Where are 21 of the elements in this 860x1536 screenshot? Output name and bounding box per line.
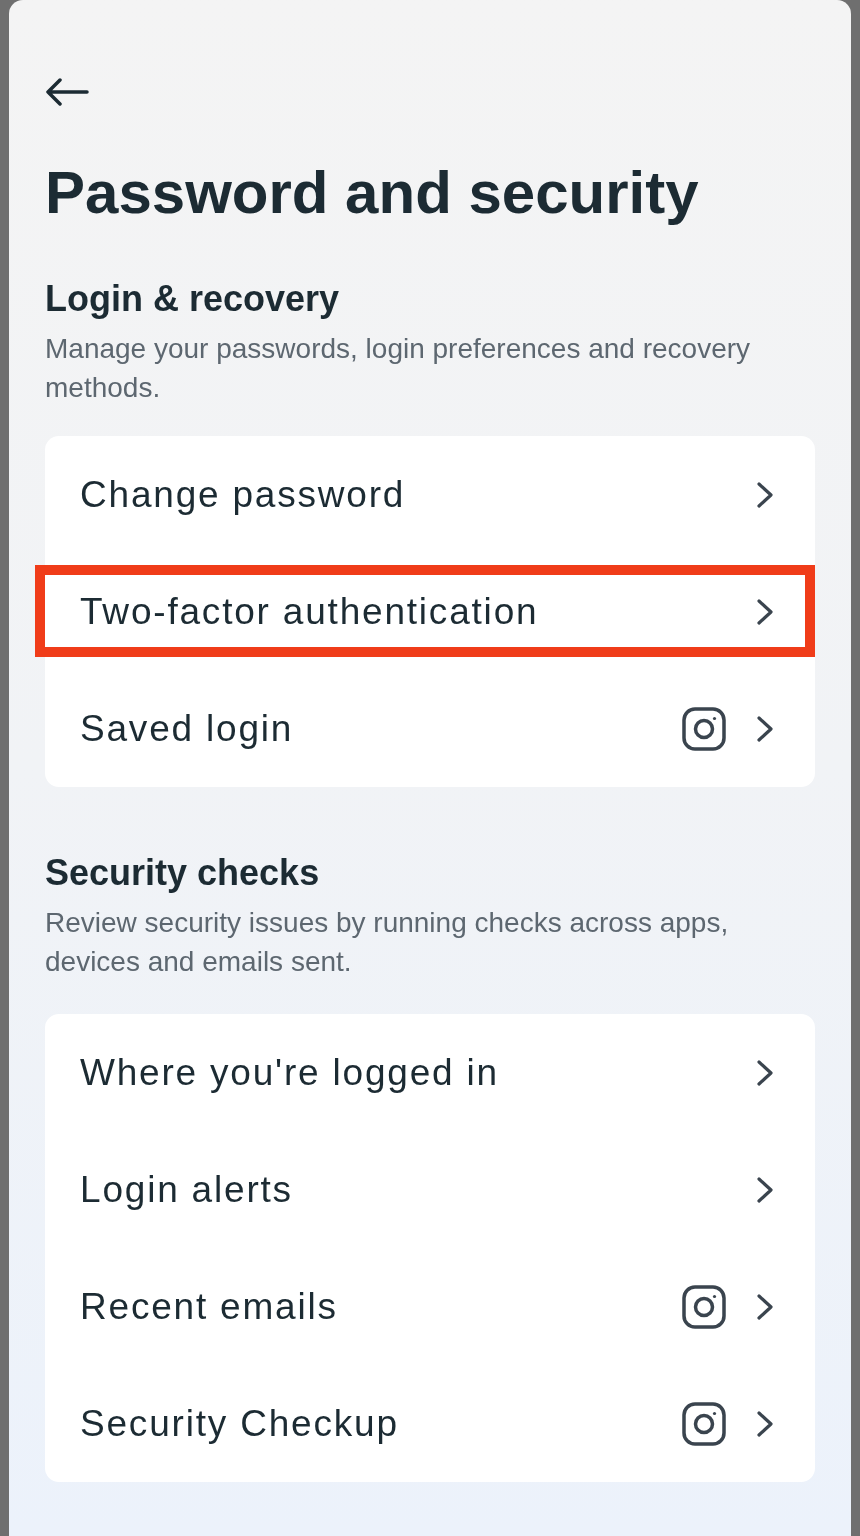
page-title: Password and security [45, 159, 700, 227]
chevron-right-icon [757, 1293, 773, 1320]
settings-row[interactable]: Change password [45, 436, 815, 553]
section-heading: Login & recovery [45, 278, 341, 320]
section-heading: Security checks [45, 852, 321, 894]
settings-row[interactable]: Login alerts [45, 1131, 815, 1248]
chevron-right-icon [757, 1059, 773, 1086]
chevron-right-icon [757, 1176, 773, 1203]
chevron-right-icon [757, 598, 773, 625]
chevron-right-icon [757, 481, 773, 508]
settings-row[interactable]: Saved login [45, 670, 815, 787]
chevron-right-icon [757, 715, 773, 742]
settings-row[interactable]: Security Checkup [45, 1365, 815, 1482]
section-description: Review security issues by running checks across apps, devices and emails sent. [45, 906, 730, 979]
back-arrow-icon [45, 78, 89, 106]
settings-row[interactable]: Recent emails [45, 1248, 815, 1365]
settings-row[interactable]: Where you're logged in [45, 1014, 815, 1131]
section-description: Manage your passwords, login preferences and recovery methods. [45, 332, 752, 405]
settings-row[interactable]: Two-factor authentication [45, 553, 815, 670]
chevron-right-icon [757, 1410, 773, 1437]
back-button[interactable] [45, 78, 89, 106]
